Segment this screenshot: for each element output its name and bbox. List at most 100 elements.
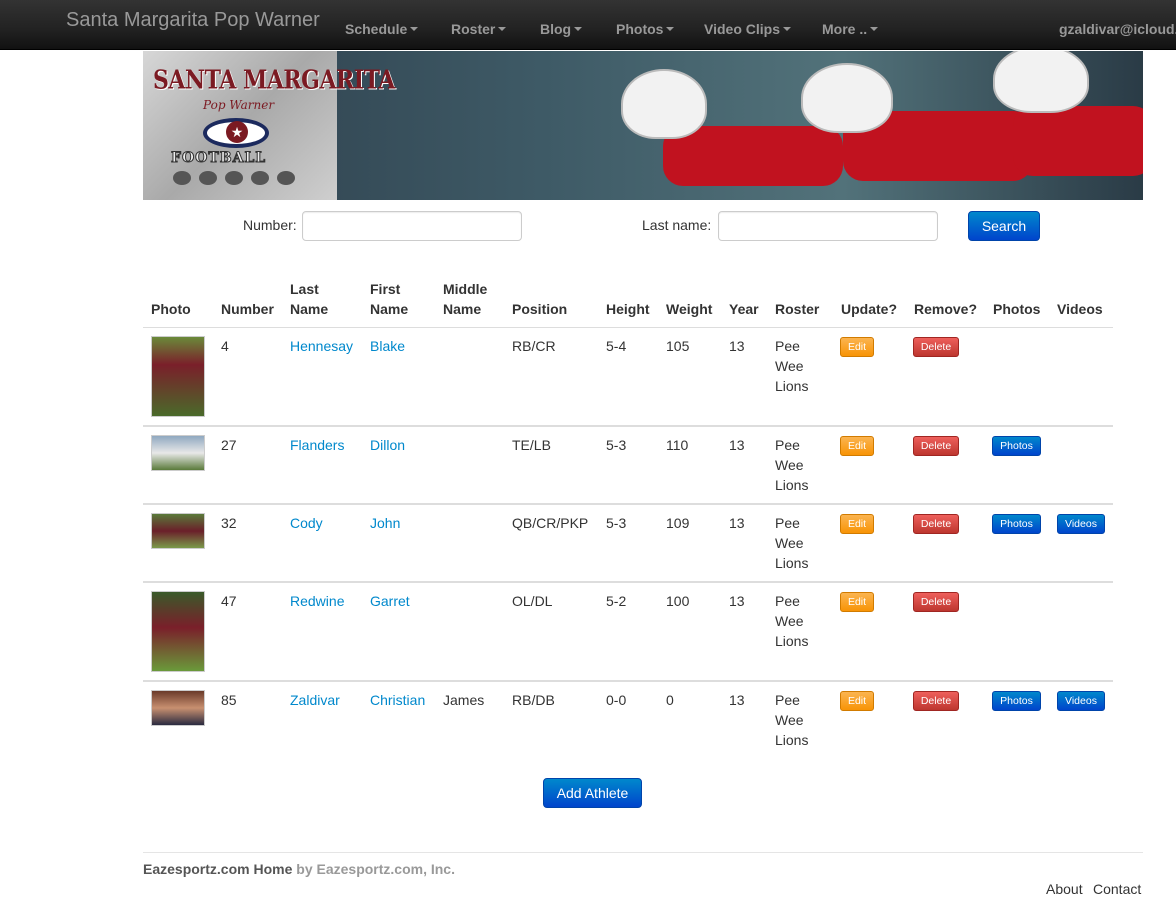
- cell-roster: Wee: [775, 712, 804, 728]
- first-name-link[interactable]: Christian: [370, 690, 425, 710]
- athlete-photo-thumbnail[interactable]: [151, 591, 205, 672]
- edit-button[interactable]: Edit: [840, 592, 874, 612]
- videos-button[interactable]: Videos: [1057, 691, 1105, 711]
- header-divider: [143, 327, 1113, 328]
- header-weight: Weight: [666, 301, 713, 317]
- cell-roster: Pee: [775, 515, 800, 531]
- athlete-photo-thumbnail[interactable]: [151, 513, 205, 549]
- cell-roster: Wee: [775, 457, 804, 473]
- cell-height: 5-3: [606, 515, 627, 531]
- team-banner: SANTA MARGARITA Pop Warner ★ FOOTBALL: [143, 51, 1143, 200]
- cell-roster: Pee: [775, 338, 800, 354]
- cell-roster: Wee: [775, 613, 804, 629]
- first-name-link[interactable]: Blake: [370, 336, 405, 356]
- nav-blog[interactable]: Blog: [540, 21, 583, 37]
- last-name-link[interactable]: Zaldivar: [290, 690, 340, 710]
- cell-number: 4: [221, 338, 229, 354]
- logo-line3: FOOTBALL: [170, 150, 267, 167]
- last-name-link[interactable]: Cody: [290, 513, 323, 533]
- videos-button[interactable]: Videos: [1057, 514, 1105, 534]
- caret-down-icon: [666, 27, 675, 32]
- search-button[interactable]: Search: [968, 211, 1040, 241]
- cell-roster: Lions: [775, 378, 809, 394]
- footer-contact-link[interactable]: Contact: [1093, 881, 1141, 897]
- cell-number: 27: [221, 437, 237, 453]
- row-divider: [143, 425, 1113, 427]
- caret-down-icon: [782, 27, 791, 32]
- nav-more[interactable]: More ..: [822, 21, 879, 37]
- nav-roster[interactable]: Roster: [451, 21, 507, 37]
- nav-video-clips[interactable]: Video Clips: [704, 21, 791, 37]
- caret-down-icon: [498, 27, 507, 32]
- cell-weight: 105: [666, 338, 690, 354]
- nav-photos-label: Photos: [616, 21, 664, 37]
- user-account-menu[interactable]: gzaldivar@icloud.: [1059, 21, 1176, 37]
- delete-button[interactable]: Delete: [913, 514, 959, 534]
- cell-roster: Lions: [775, 633, 809, 649]
- nav-roster-label: Roster: [451, 21, 496, 37]
- last-name-link[interactable]: Redwine: [290, 591, 344, 611]
- cell-height: 5-4: [606, 338, 627, 354]
- cell-position: TE/LB: [512, 437, 551, 453]
- cell-year: 13: [729, 515, 745, 531]
- number-input[interactable]: [302, 211, 522, 241]
- cell-position: OL/DL: [512, 593, 553, 609]
- cell-roster: Lions: [775, 477, 809, 493]
- delete-button[interactable]: Delete: [913, 337, 959, 357]
- caret-down-icon: [574, 27, 583, 32]
- cell-height: 5-2: [606, 593, 627, 609]
- lastname-input[interactable]: [718, 211, 938, 241]
- cell-year: 13: [729, 692, 745, 708]
- photos-button[interactable]: Photos: [992, 514, 1041, 534]
- edit-button[interactable]: Edit: [840, 514, 874, 534]
- header-photos: Photos: [993, 301, 1041, 317]
- footer-by-text[interactable]: by Eazesportz.com, Inc.: [296, 861, 455, 877]
- cell-year: 13: [729, 593, 745, 609]
- cell-roster: Wee: [775, 358, 804, 374]
- last-name-link[interactable]: Hennesay: [290, 336, 353, 356]
- cell-roster: Wee: [775, 535, 804, 551]
- brand-title[interactable]: Santa Margarita Pop Warner: [66, 9, 320, 32]
- last-name-link[interactable]: Flanders: [290, 435, 344, 455]
- footer-divider: [143, 852, 1143, 853]
- edit-button[interactable]: Edit: [840, 337, 874, 357]
- cell-number: 32: [221, 515, 237, 531]
- row-divider: [143, 581, 1113, 583]
- header-height: Height: [606, 301, 650, 317]
- footer-home-link[interactable]: Eazesportz.com Home: [143, 861, 292, 877]
- caret-down-icon: [870, 27, 879, 32]
- first-name-link[interactable]: John: [370, 513, 400, 533]
- photos-button[interactable]: Photos: [992, 691, 1041, 711]
- nav-schedule-label: Schedule: [345, 21, 408, 37]
- athlete-photo-thumbnail[interactable]: [151, 336, 205, 417]
- nav-blog-label: Blog: [540, 21, 572, 37]
- team-mascots-icon: [173, 171, 313, 187]
- header-update: Update?: [841, 301, 897, 317]
- cell-weight: 0: [666, 692, 674, 708]
- delete-button[interactable]: Delete: [913, 436, 959, 456]
- cell-weight: 110: [666, 437, 689, 453]
- caret-down-icon: [410, 27, 419, 32]
- photos-button[interactable]: Photos: [992, 436, 1041, 456]
- delete-button[interactable]: Delete: [913, 592, 959, 612]
- cell-year: 13: [729, 437, 745, 453]
- first-name-link[interactable]: Garret: [370, 591, 410, 611]
- nav-photos[interactable]: Photos: [616, 21, 675, 37]
- cell-height: 0-0: [606, 692, 627, 708]
- header-position: Position: [512, 301, 568, 317]
- header-roster: Roster: [775, 301, 820, 317]
- first-name-link[interactable]: Dillon: [370, 435, 405, 455]
- footer-about-link[interactable]: About: [1046, 881, 1083, 897]
- edit-button[interactable]: Edit: [840, 436, 874, 456]
- cell-middle-name: James: [443, 692, 485, 708]
- delete-button[interactable]: Delete: [913, 691, 959, 711]
- header-middle-name: Middle Name: [443, 281, 488, 317]
- athlete-photo-thumbnail[interactable]: [151, 690, 205, 726]
- cell-position: RB/CR: [512, 338, 556, 354]
- nav-video-clips-label: Video Clips: [704, 21, 780, 37]
- athlete-photo-thumbnail[interactable]: [151, 435, 205, 471]
- cell-roster: Pee: [775, 692, 800, 708]
- edit-button[interactable]: Edit: [840, 691, 874, 711]
- add-athlete-button[interactable]: Add Athlete: [543, 778, 642, 808]
- nav-schedule[interactable]: Schedule: [345, 21, 419, 37]
